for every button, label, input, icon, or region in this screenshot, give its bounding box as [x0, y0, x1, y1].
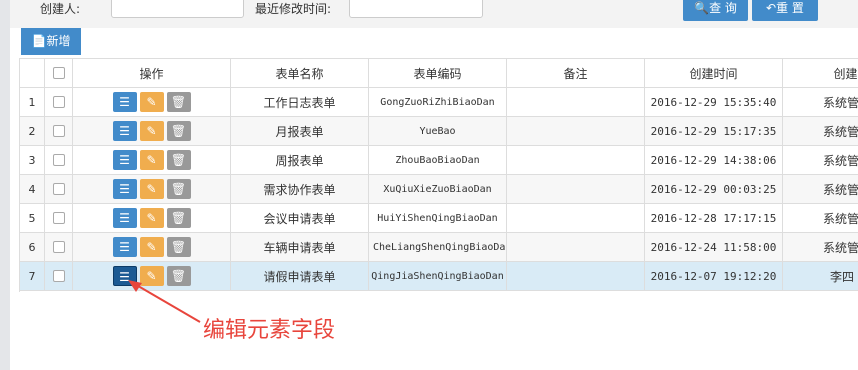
annotation-text: 编辑元素字段 — [203, 318, 336, 343]
annotation-arrow — [128, 280, 201, 323]
